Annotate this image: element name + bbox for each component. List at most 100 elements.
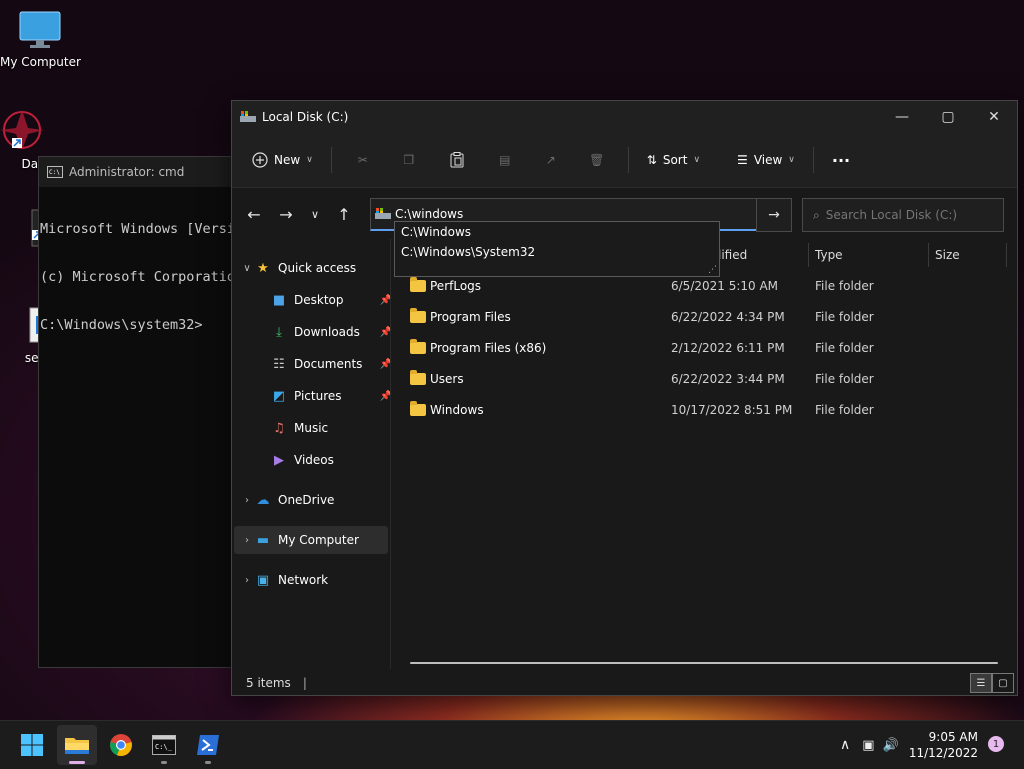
autocomplete-item[interactable]: C:\Windows\System32 [395,242,719,262]
sidebar-item-label: OneDrive [278,493,335,507]
sidebar-item-videos[interactable]: ▶ Videos [270,445,334,475]
chevron-down-icon[interactable]: ∨ [240,263,254,274]
autocomplete-item[interactable]: C:\Windows [395,222,719,242]
back-button[interactable]: ← [238,199,270,229]
table-row[interactable]: Program Files (x86) 2/12/2022 6:11 PM Fi… [402,333,1002,363]
sidebar-item-quick-access[interactable]: ∨ ★ Quick access [240,253,356,283]
window-title: Local Disk (C:) [262,110,349,124]
rename-icon: ▤ [499,153,511,167]
file-name: Program Files [430,310,511,324]
status-separator: | [302,676,307,690]
taskbar-clock[interactable]: 9:05 AM 11/12/2022 [908,729,978,761]
chrome-icon [110,734,132,757]
column-divider[interactable] [808,243,809,267]
sidebar-item-onedrive[interactable]: › ☁ OneDrive [240,485,334,515]
forward-button[interactable]: → [270,199,302,229]
sidebar-item-music[interactable]: ♫ Music [270,413,328,443]
chevron-down-icon: ∨ [310,207,320,221]
file-type: File folder [815,279,874,293]
music-icon: ♫ [273,420,285,436]
column-header-size[interactable]: Size [935,241,960,269]
table-row[interactable]: Windows 10/17/2022 8:51 PM File folder [402,395,1002,425]
sidebar-item-label: Downloads [294,325,360,339]
file-type: File folder [815,372,874,386]
running-app-indicator [161,761,167,764]
sidebar-item-desktop[interactable]: ■ Desktop 📌 [270,285,392,315]
sort-button[interactable]: ⇅ Sort ∨ [639,144,708,176]
navigation-pane: ∨ ★ Quick access ■ Desktop 📌 ⤓ Downloads… [232,239,392,669]
table-row[interactable]: Users 6/22/2022 3:44 PM File folder [402,364,1002,394]
table-row[interactable]: Program Files 6/22/2022 4:34 PM File fol… [402,302,1002,332]
chevron-right-icon[interactable]: › [240,495,254,506]
sidebar-item-pictures[interactable]: ◩ Pictures 📌 [270,381,392,411]
search-box[interactable]: ⌕ [802,198,1004,232]
sidebar-item-network[interactable]: › ▣ Network [240,565,328,595]
arrow-left-icon: ← [247,204,261,224]
item-count: 5 items [246,676,291,690]
folder-icon [410,339,426,354]
chevron-right-icon[interactable]: › [240,535,254,546]
file-explorer-window[interactable]: Local Disk (C:) — ▢ ✕ New ∨ ✂ ❐ ▤ ↗ 🗑 ⇅ … [231,100,1018,696]
cmd-icon: C:\_ [152,735,176,755]
monitor-icon: ▬ [256,532,270,548]
sidebar-item-downloads[interactable]: ⤓ Downloads 📌 [270,317,392,347]
sidebar-item-label: Pictures [294,389,342,403]
column-divider[interactable] [928,243,929,267]
sidebar-item-documents[interactable]: ☷ Documents 📌 [270,349,392,379]
clock-date: 11/12/2022 [908,746,978,760]
details-view-button[interactable]: ☰ [970,673,992,693]
column-header-date[interactable]: lified [718,241,747,269]
sidebar-item-label: My Computer [278,533,359,547]
desktop-icon-my-computer[interactable]: My Computer [0,10,81,69]
minimize-icon[interactable]: — [879,101,925,133]
star-icon: ★ [257,260,269,276]
column-divider[interactable] [1006,243,1007,267]
sidebar-item-my-computer[interactable]: › ▬ My Computer [240,525,359,555]
chevron-right-icon[interactable]: › [240,575,254,586]
taskbar-powershell[interactable] [188,725,228,765]
sidebar-item-label: Videos [294,453,334,467]
cmd-icon: C:\ [47,166,63,178]
cmd-title: Administrator: cmd [69,165,185,179]
view-button[interactable]: ☰ View ∨ [729,144,803,176]
cut-button[interactable]: ✂ [342,144,384,176]
taskbar-cmd[interactable]: C:\_ [144,725,184,765]
file-type: File folder [815,403,874,417]
file-date: 10/17/2022 8:51 PM [671,403,793,417]
document-icon: ☷ [273,356,285,372]
network-icon[interactable]: ▣ [862,738,874,753]
volume-icon[interactable]: 🔊 [883,738,899,753]
system-tray: ∧ ▣ 🔊 [840,721,899,769]
close-icon[interactable]: ✕ [971,101,1017,133]
maximize-icon[interactable]: ▢ [925,101,971,133]
recent-locations-button[interactable]: ∨ [302,199,328,229]
more-options-button[interactable]: ··· [824,144,858,176]
share-button[interactable]: ↗ [530,144,572,176]
rename-button[interactable]: ▤ [484,144,526,176]
delete-button[interactable]: 🗑 [576,144,618,176]
trash-icon: 🗑 [589,153,605,167]
pictures-icon: ◩ [272,388,286,404]
copy-button[interactable]: ❐ [388,144,430,176]
paste-button[interactable] [434,144,480,176]
taskbar-file-explorer[interactable] [57,725,97,765]
pane-divider[interactable] [390,239,391,669]
running-app-indicator [205,761,211,764]
search-input[interactable] [819,207,988,223]
chevron-up-icon[interactable]: ∧ [840,737,850,753]
horizontal-scrollbar[interactable] [410,662,998,664]
go-button[interactable]: → [756,198,792,232]
explorer-titlebar[interactable]: Local Disk (C:) — ▢ ✕ [232,101,1017,133]
new-button[interactable]: New ∨ [244,144,321,176]
tiles-view-button[interactable]: ▢ [992,673,1014,693]
taskbar-chrome[interactable] [101,725,141,765]
toolbar-divider [330,147,332,173]
resize-grip-icon[interactable]: ⋰ [708,265,717,275]
address-input[interactable] [391,206,697,222]
file-date: 6/22/2022 4:34 PM [671,310,785,324]
sidebar-item-label: Desktop [294,293,344,307]
start-button[interactable] [12,725,52,765]
column-header-type[interactable]: Type [815,241,843,269]
up-button[interactable]: ↑ [328,199,360,229]
notification-badge[interactable]: 1 [988,736,1004,752]
